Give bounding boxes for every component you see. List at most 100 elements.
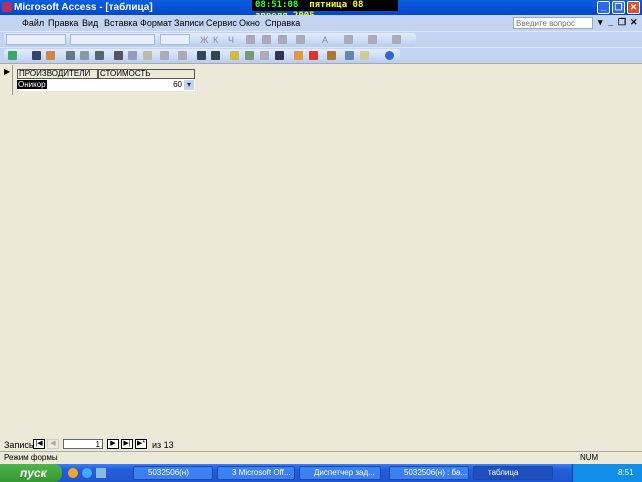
start-label: пуск — [20, 466, 47, 480]
close-button[interactable]: ✕ — [627, 1, 640, 14]
object-combo[interactable] — [6, 34, 66, 45]
first-record-button[interactable]: |◀ — [33, 439, 45, 449]
child-close-button[interactable]: ✕ — [630, 17, 638, 28]
task-label: Диспетчер зад... — [314, 468, 375, 477]
record-navigator: Запись: |◀ ◀ 1 ▶ ▶| ▶* из 13 — [0, 438, 642, 451]
manufacturer-value: Оникор — [17, 80, 47, 89]
undo-icon[interactable] — [160, 51, 169, 60]
search-file-icon[interactable] — [46, 51, 55, 60]
align-left-icon[interactable] — [246, 35, 255, 44]
prev-record-button[interactable]: ◀ — [47, 439, 59, 449]
menu-file[interactable]: Файл — [22, 18, 44, 28]
record-number-input[interactable]: 1 — [63, 439, 103, 449]
record-selector[interactable]: ▶ — [3, 65, 13, 95]
line-color-icon[interactable] — [344, 35, 353, 44]
status-mode: Режим формы — [4, 453, 58, 462]
border-icon[interactable] — [368, 35, 377, 44]
help-icon[interactable] — [385, 51, 394, 60]
task-folder[interactable]: 5032506(н) — [133, 466, 213, 480]
task-table[interactable]: таблица — [473, 466, 553, 480]
filter-selection-icon[interactable] — [230, 51, 239, 60]
tray-time: 8:51 — [618, 468, 634, 477]
form-area — [0, 63, 642, 437]
form-view-toolbar — [0, 47, 642, 63]
access-app-icon — [2, 2, 12, 12]
align-center-icon[interactable] — [262, 35, 271, 44]
browser-icon[interactable] — [82, 468, 92, 478]
desktop-icon[interactable] — [96, 468, 106, 478]
view-icon[interactable] — [8, 51, 17, 60]
task-label: 3 Microsoft Off... — [232, 468, 291, 477]
print-icon[interactable] — [66, 51, 75, 60]
task-manager[interactable]: Диспетчер зад... — [299, 466, 381, 480]
apply-filter-icon[interactable] — [260, 51, 269, 60]
cost-combo[interactable]: 60 — [98, 79, 195, 91]
taskbar: пуск 5032506(н) 3 Microsoft Off... Диспе… — [0, 464, 642, 482]
start-button[interactable]: пуск — [0, 464, 62, 482]
font-color-icon[interactable]: A — [322, 35, 331, 45]
title-bar: Microsoft Access - [таблица] 08:51:08 пя… — [0, 0, 642, 21]
menu-edit[interactable]: Правка — [48, 18, 78, 28]
preview-icon[interactable] — [80, 51, 89, 60]
cut-icon[interactable] — [114, 51, 123, 60]
manufacturer-field[interactable]: Оникор — [17, 79, 98, 91]
task-label: 5032506(н) : ба... — [404, 468, 468, 477]
fill-color-icon[interactable] — [296, 35, 305, 44]
menu-records[interactable]: Записи — [174, 18, 204, 28]
special-effect-icon[interactable] — [392, 35, 401, 44]
system-tray: 8:51 — [572, 464, 642, 482]
menu-view[interactable]: Вид — [82, 18, 98, 28]
chevron-down-icon[interactable]: ▾ — [184, 80, 194, 90]
formatting-toolbar: Ж К Ч A — [0, 31, 642, 47]
italic-icon[interactable]: К — [213, 35, 222, 45]
sort-desc-icon[interactable] — [211, 51, 220, 60]
find-icon[interactable] — [275, 51, 284, 60]
align-right-icon[interactable] — [278, 35, 287, 44]
hyperlink-icon[interactable] — [178, 51, 187, 60]
status-bar: Режим формы NUM — [0, 451, 642, 464]
record-count: из 13 — [152, 440, 174, 450]
task-label: таблица — [488, 468, 519, 477]
new-record-icon[interactable] — [294, 51, 303, 60]
spelling-icon[interactable] — [95, 51, 104, 60]
child-minimize-button[interactable]: _ — [608, 17, 613, 27]
child-dropdown-icon[interactable]: ▾ — [598, 17, 603, 28]
help-search-input[interactable] — [513, 17, 593, 29]
clock-overlay: 08:51:08 пятница 08 апреля 2005 — [252, 0, 398, 21]
nav-label: Запись: — [4, 440, 37, 450]
window-title: Microsoft Access - [таблица] — [14, 2, 153, 13]
quicklaunch-icon[interactable] — [68, 468, 78, 478]
menu-help[interactable]: Справка — [265, 18, 300, 28]
paste-icon[interactable] — [143, 51, 152, 60]
status-num: NUM — [580, 453, 599, 462]
sort-asc-icon[interactable] — [197, 51, 206, 60]
minimize-button[interactable]: _ — [597, 1, 610, 14]
copy-icon[interactable] — [128, 51, 137, 60]
last-record-button[interactable]: ▶| — [121, 439, 133, 449]
new-object-icon[interactable] — [360, 51, 369, 60]
filter-form-icon[interactable] — [245, 51, 254, 60]
size-combo[interactable] — [160, 34, 190, 45]
label-cost: СТОИМОСТЬ — [98, 69, 195, 79]
next-record-button[interactable]: ▶ — [107, 439, 119, 449]
save-icon[interactable] — [32, 51, 41, 60]
label-manufacturers: ПРОИЗВОДИТЕЛИ — [17, 69, 98, 79]
delete-record-icon[interactable] — [309, 51, 318, 60]
underline-icon[interactable]: Ч — [228, 35, 237, 45]
menu-format[interactable]: Формат — [140, 18, 172, 28]
child-restore-button[interactable]: ❐ — [618, 17, 626, 28]
bold-icon[interactable]: Ж — [200, 35, 209, 45]
clock-time: 08:51:08 — [255, 0, 299, 10]
task-database[interactable]: 5032506(н) : ба... — [389, 466, 469, 480]
task-word[interactable]: 3 Microsoft Off... — [217, 466, 295, 480]
restore-button[interactable]: ❐ — [612, 1, 625, 14]
properties-icon[interactable] — [327, 51, 336, 60]
task-label: 5032506(н) — [148, 468, 189, 477]
menu-insert[interactable]: Вставка — [104, 18, 137, 28]
font-combo[interactable] — [70, 34, 155, 45]
new-record-button[interactable]: ▶* — [135, 439, 147, 449]
database-window-icon[interactable] — [345, 51, 354, 60]
menu-window[interactable]: Окно — [239, 18, 260, 28]
cost-value: 60 — [173, 80, 182, 89]
menu-tools[interactable]: Сервис — [206, 18, 237, 28]
